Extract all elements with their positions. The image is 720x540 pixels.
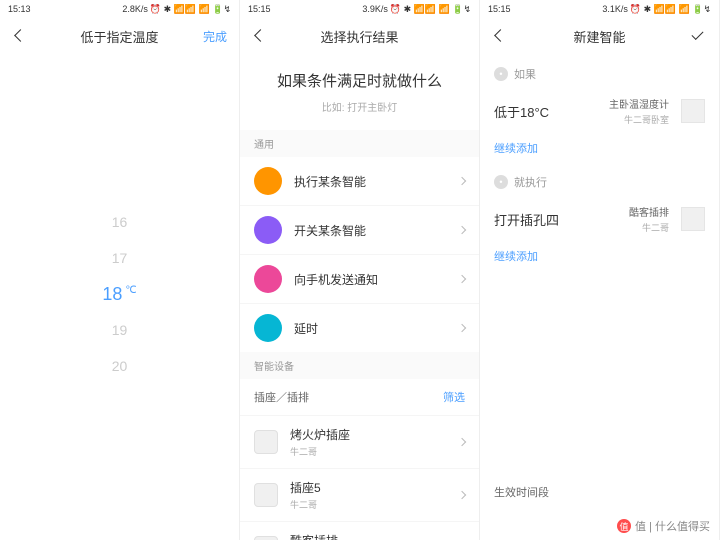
status-bar: 15:13 2.8K/s⏰ ✱ 📶📶 📶 🔋↯ [0, 0, 239, 18]
page-title: 选择执行结果 [320, 27, 398, 46]
confirm-icon[interactable] [689, 27, 707, 45]
action-row[interactable]: 延时 [240, 304, 479, 352]
status-bar: 15:15 3.9K/s⏰ ✱ 📶📶 📶 🔋↯ [240, 0, 479, 18]
picker-option[interactable]: 20 [112, 348, 128, 384]
page-title: 低于指定温度 [80, 27, 158, 46]
main-heading: 如果条件满足时就做什么 [240, 70, 479, 91]
add-action-link[interactable]: 继续添加 [494, 248, 705, 264]
effective-time-label[interactable]: 生效时间段 [494, 484, 549, 500]
action-icon [254, 265, 282, 293]
status-bar: 15:15 3.1K/s⏰ ✱ 📶📶 📶 🔋↯ [480, 0, 719, 18]
sub-heading: 比如: 打开主卧灯 [240, 99, 479, 114]
action-icon [254, 216, 282, 244]
chevron-right-icon [458, 438, 466, 446]
header: 新建智能 [480, 18, 719, 54]
picker-option[interactable]: 16 [112, 204, 128, 240]
chevron-right-icon [458, 491, 466, 499]
temperature-picker[interactable]: 16 17 18℃ 19 20 [0, 54, 239, 534]
header: 选择执行结果 [240, 18, 479, 54]
picker-option-selected[interactable]: 18℃ [102, 276, 136, 312]
status-time: 15:15 [488, 4, 511, 14]
then-badge-icon: • [494, 175, 508, 189]
back-icon[interactable] [492, 28, 508, 44]
action-row[interactable]: 向手机发送通知 [240, 255, 479, 304]
device-row[interactable]: 烤火炉插座牛二哥 [240, 416, 479, 469]
device-icon [681, 99, 705, 123]
section-devices: 智能设备 [240, 352, 479, 379]
back-icon[interactable] [252, 28, 268, 44]
status-time: 15:15 [248, 4, 271, 14]
action-row[interactable]: 执行某条智能 [240, 157, 479, 206]
device-row[interactable]: 酷客插排牛二哥 [240, 522, 479, 540]
chevron-right-icon [458, 177, 466, 185]
action-row[interactable]: 开关某条智能 [240, 206, 479, 255]
filter-row: 插座／插排 筛选 [240, 379, 479, 416]
chevron-right-icon [458, 226, 466, 234]
device-icon [681, 207, 705, 231]
status-time: 15:13 [8, 4, 31, 14]
device-row[interactable]: 插座5牛二哥 [240, 469, 479, 522]
picker-option[interactable]: 17 [112, 240, 128, 276]
back-icon[interactable] [12, 28, 28, 44]
if-section-header: • 如果 [494, 66, 705, 82]
picker-option[interactable]: 19 [112, 312, 128, 348]
then-section-header: • 就执行 [494, 174, 705, 190]
if-badge-icon: • [494, 67, 508, 81]
watermark-icon: 值 [617, 519, 631, 533]
action-icon [254, 167, 282, 195]
add-condition-link[interactable]: 继续添加 [494, 140, 705, 156]
action-item[interactable]: 打开插孔四 酷客插排 牛二哥 [494, 204, 705, 234]
device-icon [254, 430, 278, 454]
condition-item[interactable]: 低于18°C 主卧温湿度计 牛二哥卧室 [494, 96, 705, 126]
device-icon [254, 483, 278, 507]
watermark: 值 值 | 什么值得买 [617, 518, 710, 534]
chevron-right-icon [458, 275, 466, 283]
filter-label: 插座／插排 [254, 389, 309, 405]
section-general: 通用 [240, 130, 479, 157]
done-button[interactable]: 完成 [203, 28, 227, 45]
action-icon [254, 314, 282, 342]
chevron-right-icon [458, 324, 466, 332]
header: 低于指定温度 完成 [0, 18, 239, 54]
filter-button[interactable]: 筛选 [443, 389, 465, 405]
page-title: 新建智能 [573, 27, 625, 46]
device-icon [254, 536, 278, 540]
